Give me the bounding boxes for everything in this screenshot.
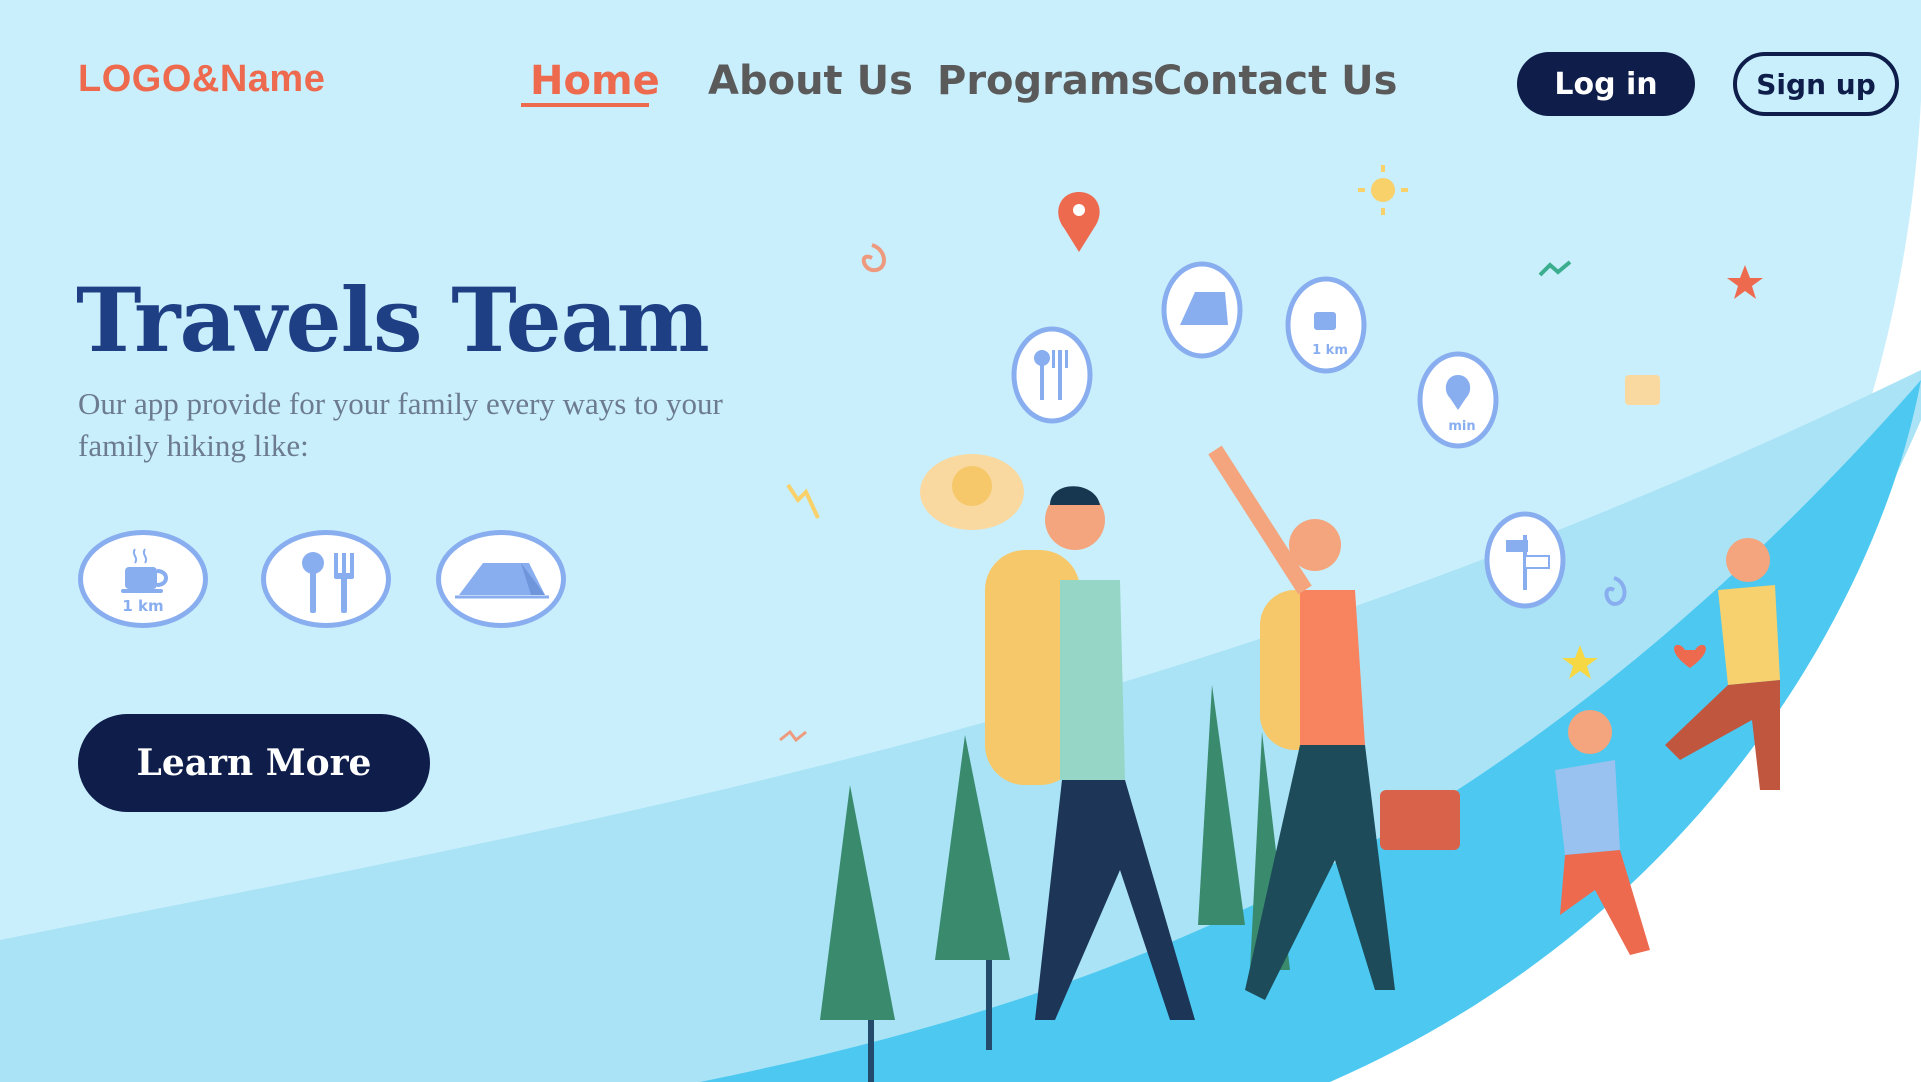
coffee-cup-icon: 1 km: [121, 548, 168, 615]
learn-more-button[interactable]: Learn More: [78, 714, 430, 812]
feature-camping: [436, 530, 566, 628]
feature-dining: [261, 530, 391, 628]
logo[interactable]: LOGO&Name: [78, 58, 325, 101]
nav-programs-link[interactable]: Programs: [937, 58, 1154, 104]
nav-contact-link[interactable]: Contact Us: [1153, 58, 1397, 104]
login-button[interactable]: Log in: [1517, 52, 1695, 116]
hero-title: Travels Team: [76, 268, 710, 372]
feature-coffee-caption: 1 km: [122, 597, 163, 615]
nav-about-link[interactable]: About Us: [708, 58, 913, 104]
feature-coffee: 1 km: [78, 530, 208, 628]
tent-icon: [455, 563, 549, 599]
hero-description: Our app provide for your family every wa…: [78, 386, 723, 463]
spoon-fork-icon: [302, 552, 354, 613]
nav-home-link[interactable]: Home: [530, 58, 660, 104]
signup-button[interactable]: Sign up: [1733, 52, 1899, 116]
landing-page: 1 km min LOGO&Name Home About Us Program…: [0, 0, 1921, 1082]
nav-active-underline: [521, 103, 649, 107]
